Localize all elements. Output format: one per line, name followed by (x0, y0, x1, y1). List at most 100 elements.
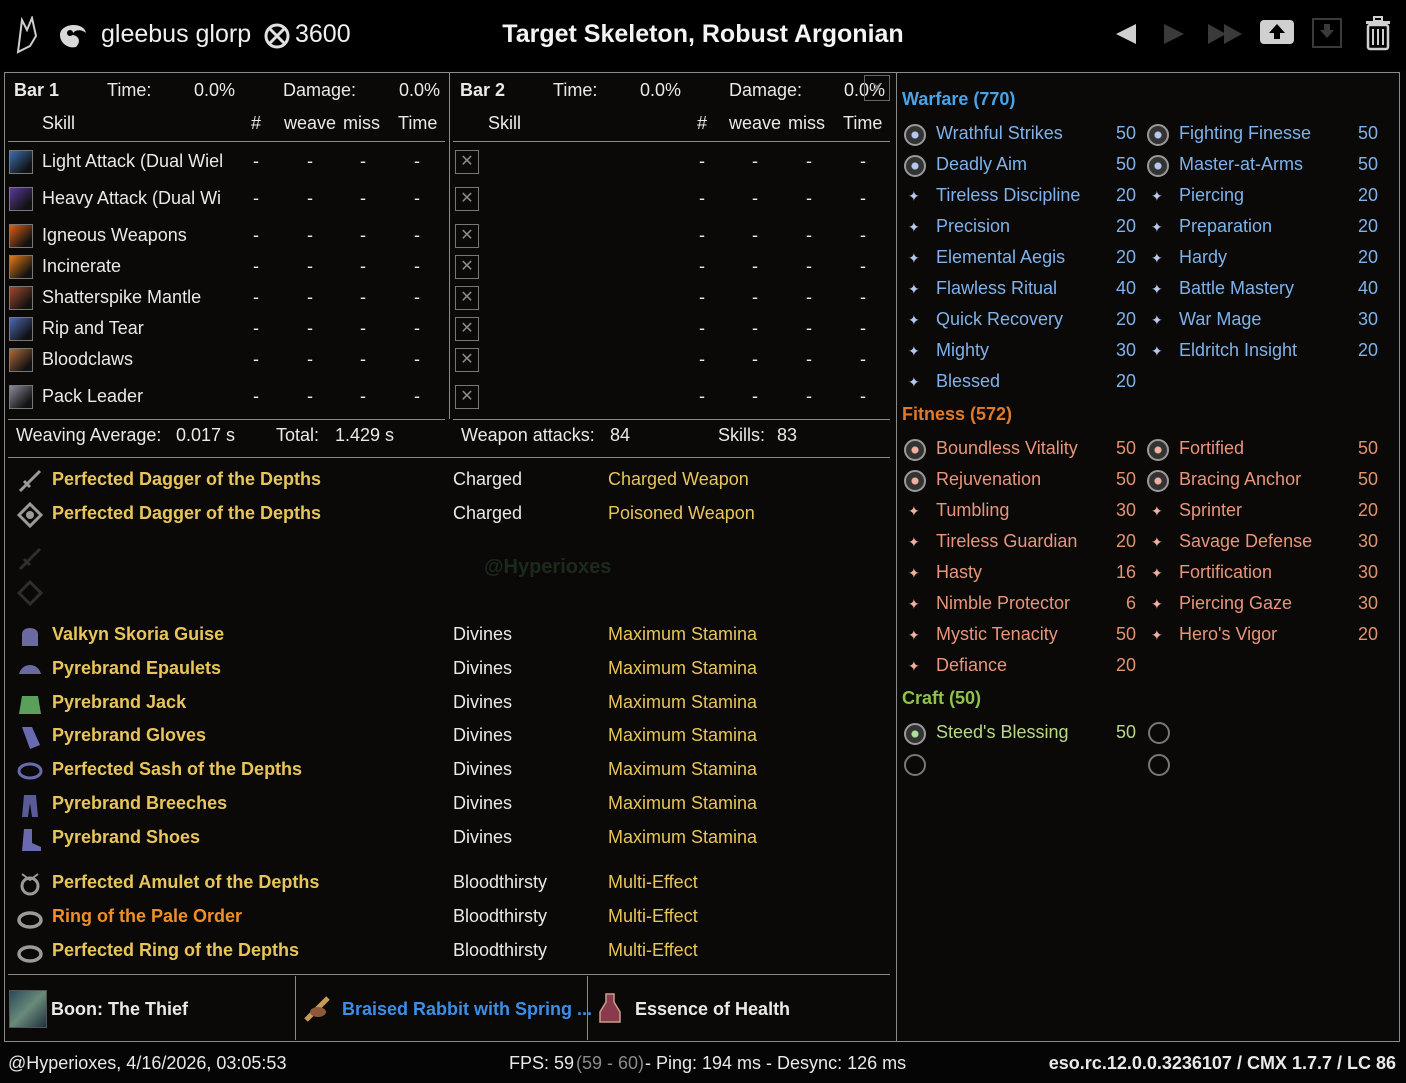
cp-star-name[interactable]: Defiance (936, 655, 1007, 676)
cp-star-icon: ✦ (908, 565, 920, 581)
cp-star-value: 50 (1115, 722, 1136, 742)
cp-star-name[interactable]: Battle Mastery (1179, 278, 1294, 299)
cp-star-name[interactable]: Fortification (1179, 562, 1272, 583)
cp-slotted-star-icon[interactable] (904, 124, 926, 146)
skill-miss: - (360, 151, 366, 171)
ping-readout: - Ping: 194 ms - Desync: 126 ms (645, 1053, 907, 1073)
cp-star-value: 50 (1357, 123, 1378, 143)
skill-time: - (414, 386, 420, 406)
cp-star-name[interactable]: Hero's Vigor (1179, 624, 1277, 645)
gear-item-name[interactable]: Perfected Amulet of the Depths (52, 872, 319, 893)
cp-slotted-star-icon[interactable] (904, 155, 926, 177)
cp-star-name[interactable]: Savage Defense (1179, 531, 1312, 552)
empty-skill-slot-icon[interactable]: ✕ (455, 187, 479, 211)
gear-item-name[interactable]: Pyrebrand Gloves (52, 725, 206, 746)
cp-star-icon: ✦ (908, 343, 920, 359)
empty-skill-slot-icon[interactable]: ✕ (455, 255, 479, 279)
next-icon[interactable] (1160, 20, 1188, 48)
cp-slotted-star-icon[interactable] (1147, 470, 1169, 492)
save-icon[interactable] (1310, 16, 1344, 50)
cp-star-name[interactable]: Rejuvenation (936, 469, 1041, 490)
gear-item-name[interactable]: Perfected Sash of the Depths (52, 759, 302, 780)
cp-slotted-star-icon[interactable] (904, 470, 926, 492)
total-value: 1.429 s (335, 425, 395, 445)
cp-empty-slot-icon[interactable] (1148, 722, 1170, 744)
cp-slotted-star-icon[interactable] (904, 439, 926, 461)
empty-skill-slot-icon[interactable]: ✕ (455, 150, 479, 174)
cp-star-name[interactable]: Hasty (936, 562, 982, 583)
cp-star-value: 20 (1115, 216, 1136, 236)
cp-slotted-star-icon[interactable] (1147, 124, 1169, 146)
cp-star-name[interactable]: Piercing Gaze (1179, 593, 1292, 614)
skill-icon (9, 385, 33, 409)
cp-star-name[interactable]: Elemental Aegis (936, 247, 1065, 268)
gear-enchant: Charged Weapon (608, 469, 749, 489)
gear-item-name[interactable]: Perfected Ring of the Depths (52, 940, 299, 961)
cp-star-name[interactable]: Sprinter (1179, 500, 1242, 521)
empty-skill-slot-icon[interactable]: ✕ (455, 385, 479, 409)
empty-skill-slot-icon[interactable]: ✕ (455, 224, 479, 248)
previous-icon[interactable] (1112, 20, 1140, 48)
bar2-corner-close-icon[interactable]: ✕ (864, 75, 890, 101)
cp-slotted-star-icon[interactable] (1147, 439, 1169, 461)
skill-miss: - (806, 188, 812, 208)
column-header-weave: weave (729, 113, 782, 133)
last-icon[interactable] (1206, 20, 1246, 48)
skill-time: - (414, 151, 420, 171)
cp-star-name[interactable]: Fighting Finesse (1179, 123, 1311, 144)
cp-slotted-star-icon[interactable] (904, 723, 926, 745)
cp-star-name[interactable]: Wrathful Strikes (936, 123, 1063, 144)
skill-count: - (253, 188, 259, 208)
cp-star-name[interactable]: Nimble Protector (936, 593, 1070, 614)
cp-star-name[interactable]: Tireless Guardian (936, 531, 1077, 552)
gear-enchant: Multi-Effect (608, 906, 698, 926)
skill-weave: - (307, 225, 313, 245)
gear-trait: Charged (453, 503, 523, 523)
empty-skill-slot-icon[interactable]: ✕ (455, 317, 479, 341)
gear-item-name[interactable]: Ring of the Pale Order (52, 906, 242, 927)
cp-star-name[interactable]: Hardy (1179, 247, 1227, 268)
gear-item-name[interactable]: Pyrebrand Jack (52, 692, 186, 713)
gear-item-name[interactable]: Pyrebrand Shoes (52, 827, 200, 848)
cp-star-icon: ✦ (908, 250, 920, 266)
cp-star-name[interactable]: Precision (936, 216, 1010, 237)
gear-item-name[interactable]: Perfected Dagger of the Depths (52, 469, 321, 490)
delete-icon[interactable] (1362, 15, 1394, 51)
gear-item-name[interactable]: Perfected Dagger of the Depths (52, 503, 321, 524)
cp-star-name[interactable]: Tumbling (936, 500, 1009, 521)
cp-star-name[interactable]: Deadly Aim (936, 154, 1027, 175)
gear-item-name[interactable]: Pyrebrand Breeches (52, 793, 227, 814)
cp-slotted-star-icon[interactable] (1147, 155, 1169, 177)
cp-star-name[interactable]: Boundless Vitality (936, 438, 1078, 459)
skill-weave: - (307, 287, 313, 307)
empty-skill-slot-icon[interactable]: ✕ (455, 348, 479, 372)
cp-star-name[interactable]: Eldritch Insight (1179, 340, 1297, 361)
cp-empty-slot-icon[interactable] (1148, 754, 1170, 776)
cp-star-name[interactable]: Tireless Discipline (936, 185, 1080, 206)
cp-star-value: 20 (1357, 216, 1378, 236)
cp-star-name[interactable]: Master-at-Arms (1179, 154, 1303, 175)
skill-count: - (699, 287, 705, 307)
bar1-damage-value: 0.0% (399, 80, 441, 100)
cp-star-name[interactable]: Mighty (936, 340, 989, 361)
cp-star-name[interactable]: Steed's Blessing (936, 722, 1069, 743)
cp-star-name[interactable]: Blessed (936, 371, 1000, 392)
gear-trait: Divines (453, 692, 513, 712)
gear-enchant: Multi-Effect (608, 940, 698, 960)
cp-star-name[interactable]: Piercing (1179, 185, 1244, 206)
gear-item-name[interactable]: Valkyn Skoria Guise (52, 624, 224, 645)
cp-star-name[interactable]: War Mage (1179, 309, 1261, 330)
gear-enchant: Maximum Stamina (608, 624, 758, 644)
cp-star-name[interactable]: Preparation (1179, 216, 1272, 237)
empty-skill-slot-icon[interactable]: ✕ (455, 286, 479, 310)
skill-miss: - (806, 386, 812, 406)
cp-star-name[interactable]: Quick Recovery (936, 309, 1063, 330)
weaving-average-value: 0.017 s (176, 425, 236, 445)
upload-icon[interactable] (1258, 16, 1296, 46)
cp-star-name[interactable]: Mystic Tenacity (936, 624, 1058, 645)
cp-star-name[interactable]: Bracing Anchor (1179, 469, 1301, 490)
cp-star-name[interactable]: Fortified (1179, 438, 1244, 459)
gear-item-name[interactable]: Pyrebrand Epaulets (52, 658, 221, 679)
cp-star-name[interactable]: Flawless Ritual (936, 278, 1057, 299)
cp-empty-slot-icon[interactable] (904, 754, 926, 776)
